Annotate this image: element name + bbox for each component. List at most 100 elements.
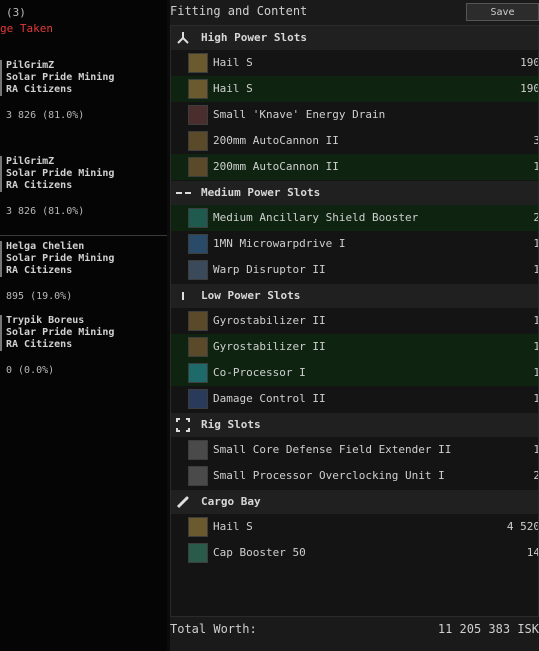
fitting-item-row[interactable]: 200mm AutoCannon II 1	[171, 154, 538, 180]
fitting-item-row[interactable]: Cap Booster 50 14	[171, 540, 539, 566]
attacker-entry[interactable]: PilGrimZ Solar Pride Mining RA Citizens …	[0, 60, 115, 122]
fitting-item-row[interactable]: Hail S 4 520	[171, 514, 539, 540]
ammo-icon	[188, 517, 208, 537]
item-quantity: 1	[533, 263, 538, 276]
fitting-item-row[interactable]: Co-Processor I 1	[171, 360, 538, 386]
attacker-alliance: RA Citizens	[6, 339, 73, 350]
warp-disruptor-icon	[188, 260, 208, 280]
item-name: Hail S	[213, 520, 253, 533]
gyrostabilizer-icon	[188, 311, 208, 331]
fitting-item-row[interactable]: Hail S 190	[171, 76, 539, 102]
medium-slot-icon	[176, 186, 191, 200]
attacker-corp: Solar Pride Mining	[6, 72, 115, 83]
attacker-alliance: RA Citizens	[6, 180, 73, 191]
section-header-medium-power-slots[interactable]: Medium Power Slots	[171, 181, 538, 205]
total-worth-label: Total Worth:	[170, 622, 257, 636]
attacker-damage: 3 826 (81.0%)	[6, 110, 85, 121]
gyrostabilizer-icon	[188, 337, 208, 357]
attacker-corp: Solar Pride Mining	[6, 168, 115, 179]
item-quantity: 190	[520, 56, 539, 69]
attacker-corp: Solar Pride Mining	[6, 253, 115, 264]
item-quantity: 1	[533, 443, 538, 456]
item-quantity: 1	[533, 314, 538, 327]
fitting-item-row[interactable]: Gyrostabilizer II 1	[171, 308, 538, 334]
item-name: Damage Control II	[213, 392, 326, 405]
fitting-item-row[interactable]: Damage Control II 1	[171, 386, 538, 412]
fitting-item-row[interactable]: Warp Disruptor II 1	[171, 257, 538, 283]
microwarpdrive-icon	[188, 234, 208, 254]
attacker-damage: 0 (0.0%)	[6, 365, 55, 376]
damage-taken-label: ge Taken	[0, 22, 53, 35]
section-label: High Power Slots	[201, 31, 307, 44]
attacker-name: PilGrimZ	[6, 156, 55, 167]
item-quantity: 190	[520, 82, 539, 95]
attacker-name: PilGrimZ	[6, 60, 55, 71]
item-name: Hail S	[213, 82, 253, 95]
item-name: Co-Processor I	[213, 366, 306, 379]
fitting-item-row[interactable]: Small Processor Overclocking Unit I 2	[171, 463, 538, 489]
panel-title: Fitting and Content	[170, 4, 308, 18]
section-label: Rig Slots	[201, 418, 261, 431]
item-quantity: 4 520	[506, 520, 539, 533]
attacker-marker	[0, 315, 2, 351]
section-label: Low Power Slots	[201, 289, 301, 302]
rig-icon	[188, 466, 208, 486]
ammo-icon	[188, 53, 208, 73]
item-quantity: 3	[533, 134, 538, 147]
item-name: Gyrostabilizer II	[213, 340, 326, 353]
section-header-rig-slots[interactable]: Rig Slots	[171, 413, 538, 437]
item-name: 200mm AutoCannon II	[213, 160, 339, 173]
item-name: Hail S	[213, 56, 253, 69]
rig-icon	[188, 440, 208, 460]
item-name: Cap Booster 50	[213, 546, 306, 559]
killmail-attackers-panel: (3) ge Taken PilGrimZ Solar Pride Mining…	[0, 0, 167, 651]
autocannon-icon	[188, 131, 208, 151]
high-slot-icon	[176, 31, 190, 45]
fitting-item-row[interactable]: Small Core Defense Field Extender II 1	[171, 437, 538, 463]
fitting-item-row[interactable]: Hail S 190	[171, 50, 539, 76]
section-label: Medium Power Slots	[201, 186, 321, 199]
item-name: Gyrostabilizer II	[213, 314, 326, 327]
fitting-item-row[interactable]: 200mm AutoCannon II 3	[171, 128, 538, 154]
item-quantity: 2	[533, 211, 538, 224]
item-name: Small 'Knave' Energy Drain	[213, 108, 386, 121]
fitting-item-row[interactable]: Gyrostabilizer II 1	[171, 334, 538, 360]
section-header-high-power-slots[interactable]: High Power Slots	[171, 26, 538, 50]
shield-booster-icon	[188, 208, 208, 228]
autocannon-icon	[188, 157, 208, 177]
item-name: Medium Ancillary Shield Booster	[213, 211, 419, 224]
fitting-list[interactable]: High Power Slots Hail S 190 Hail S 190 Small …	[170, 25, 539, 617]
fitting-item-row[interactable]: 1MN Microwarpdrive I 1	[171, 231, 538, 257]
item-name: Warp Disruptor II	[213, 263, 326, 276]
item-quantity: 1	[533, 160, 538, 173]
attacker-alliance: RA Citizens	[6, 265, 73, 276]
rig-slot-icon	[176, 418, 190, 432]
attacker-entry[interactable]: PilGrimZ Solar Pride Mining RA Citizens …	[0, 156, 115, 218]
co-processor-icon	[188, 363, 208, 383]
ammo-icon	[188, 79, 208, 99]
item-quantity: 14	[526, 546, 539, 559]
save-fitting-button[interactable]: Save Fitting	[466, 3, 539, 36]
attacker-damage: 895 (19.0%)	[6, 291, 73, 302]
item-name: Small Processor Overclocking Unit I	[213, 469, 445, 482]
cargo-icon	[176, 495, 190, 509]
fitting-item-row[interactable]: Medium Ancillary Shield Booster 2	[171, 205, 538, 231]
energy-drain-icon	[188, 105, 208, 125]
section-header-cargo-bay[interactable]: Cargo Bay	[171, 490, 538, 514]
attacker-name: Helga Chelien	[6, 241, 85, 252]
attacker-entry[interactable]: Trypik Boreus Solar Pride Mining RA Citi…	[0, 315, 114, 377]
attacker-name: Trypik Boreus	[6, 315, 85, 326]
section-header-low-power-slots[interactable]: Low Power Slots	[171, 284, 538, 308]
cap-booster-icon	[188, 543, 208, 563]
attacker-entry[interactable]: Helga Chelien Solar Pride Mining RA Citi…	[0, 241, 115, 303]
item-name: 200mm AutoCannon II	[213, 134, 339, 147]
divider	[0, 235, 167, 236]
attacker-alliance: RA Citizens	[6, 84, 73, 95]
item-quantity: 2	[533, 469, 538, 482]
total-worth-value: 11 205 383 ISK	[437, 622, 539, 636]
item-quantity: 1	[533, 366, 538, 379]
attacker-marker	[0, 241, 2, 277]
item-quantity: 1	[533, 340, 538, 353]
item-quantity: 1	[533, 392, 538, 405]
fitting-item-row[interactable]: Small 'Knave' Energy Drain	[171, 102, 538, 128]
